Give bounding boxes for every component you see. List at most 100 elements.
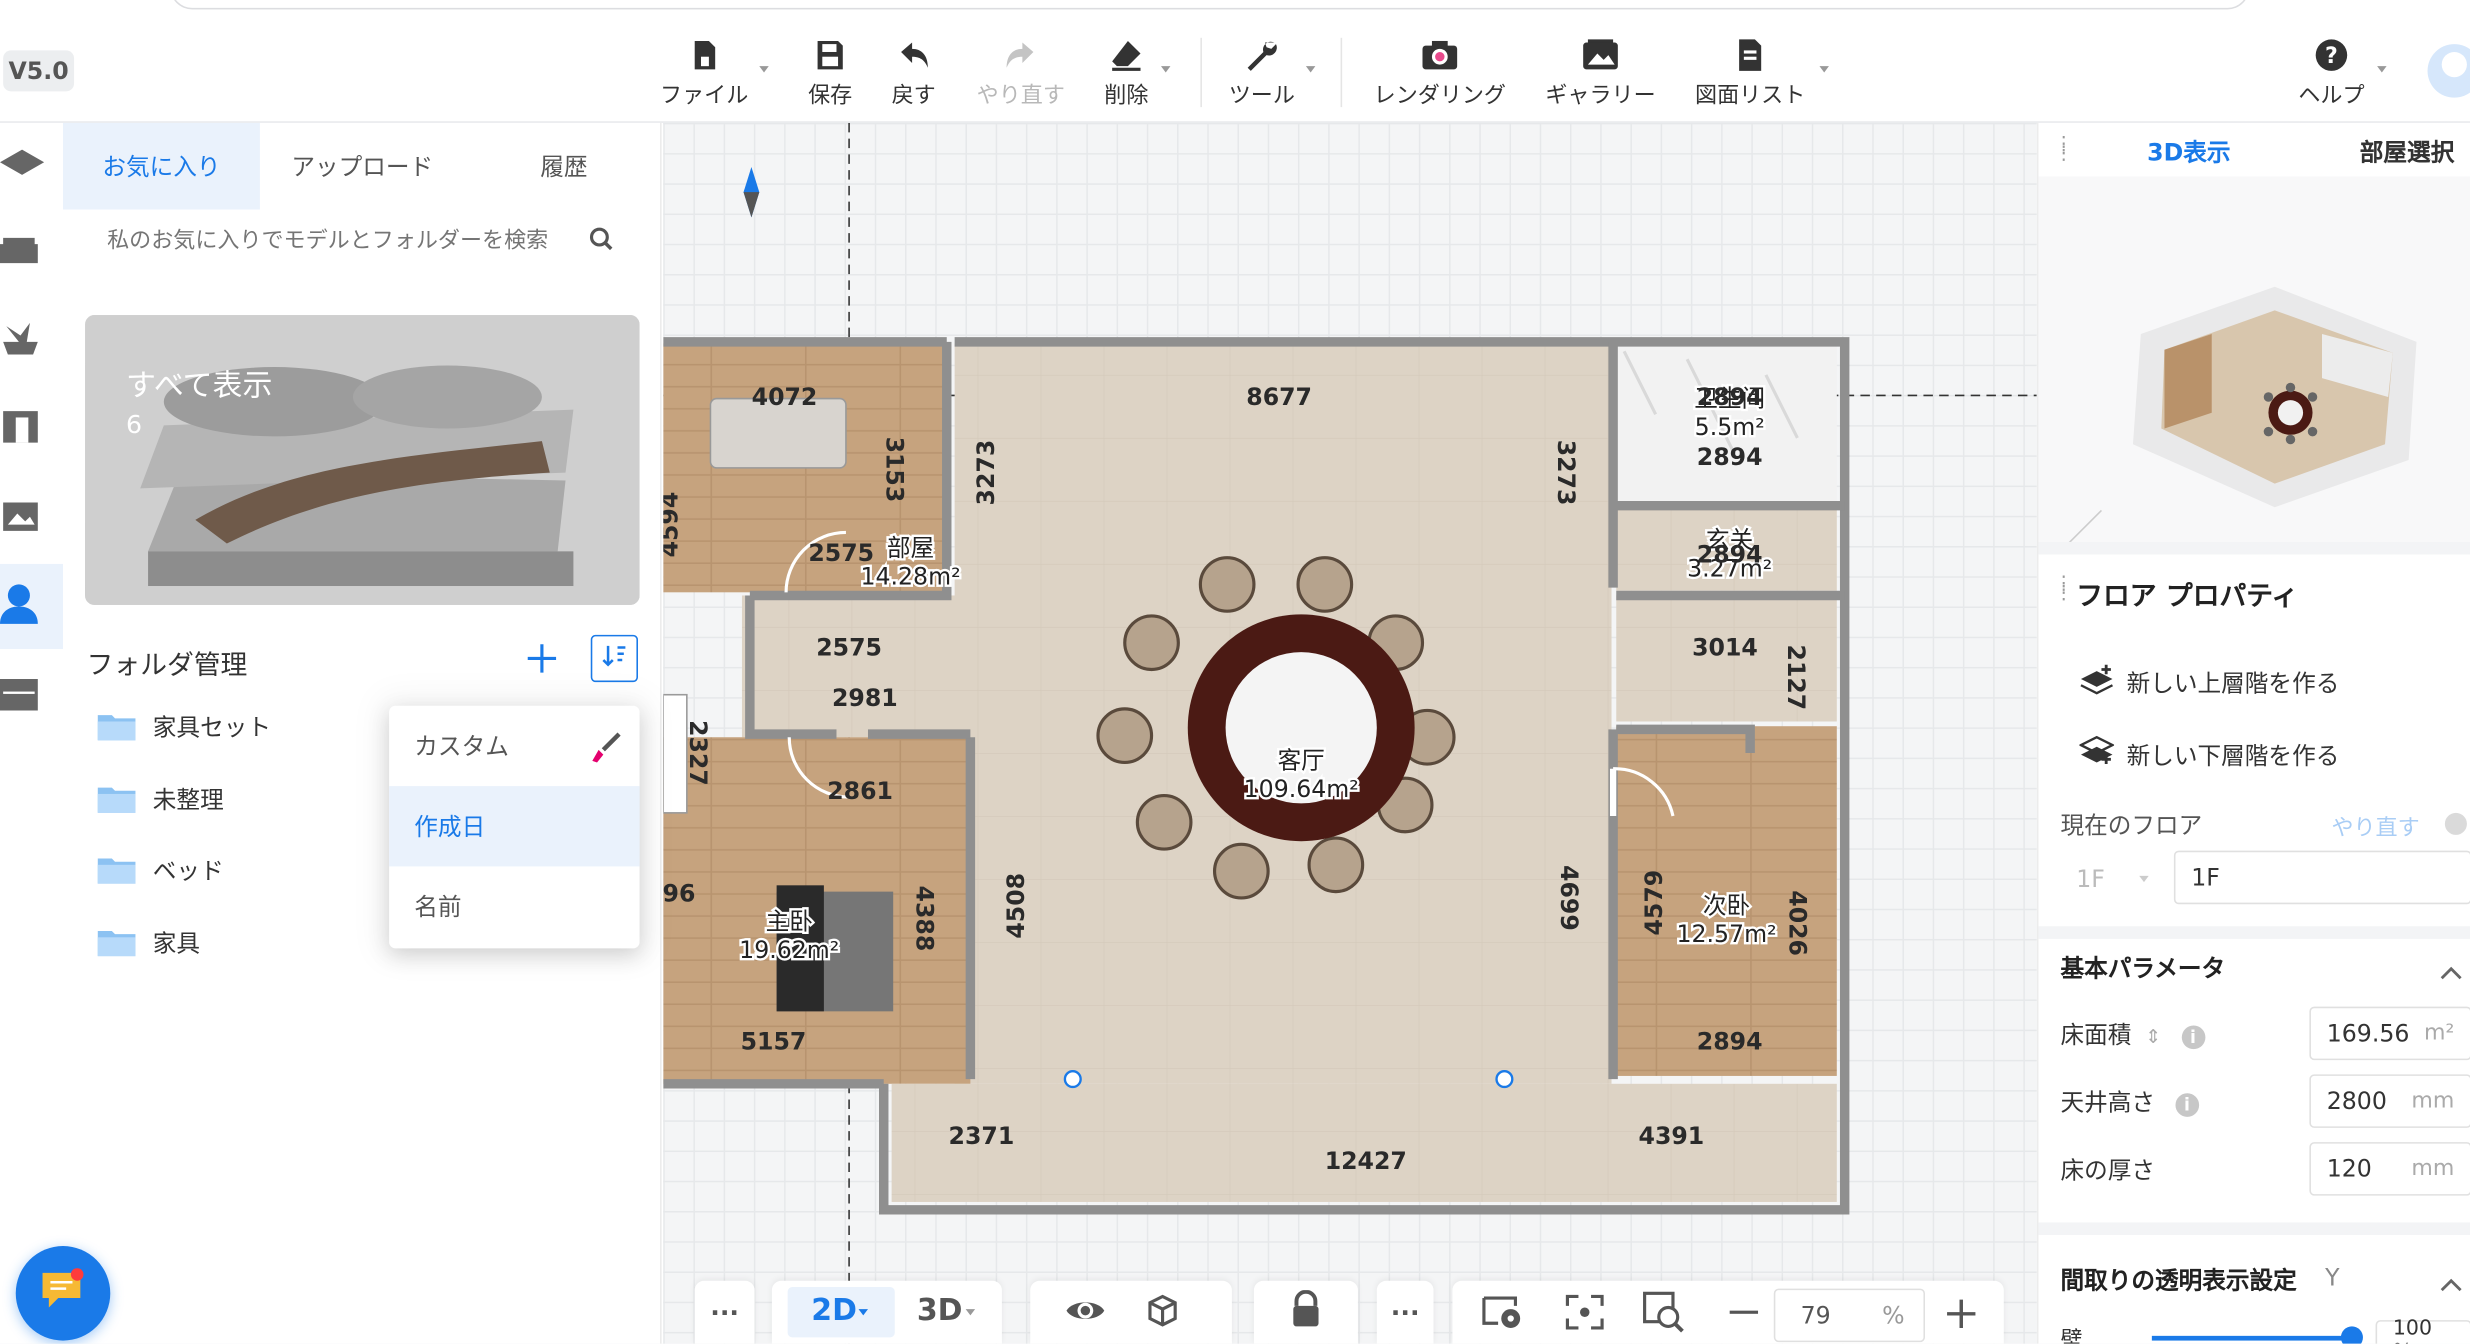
view-settings-icon[interactable] [1481, 1293, 1525, 1337]
floorplan-canvas[interactable]: 部屋 14.28m² 卫生间 5.5m² 玄关 3.27m² 客厅 109.64m² 主卧 19.… [663, 122, 2037, 1344]
folder-item[interactable]: 家具セット [97, 707, 271, 745]
rendering-button[interactable]: レンダリング [1371, 35, 1510, 111]
sort-toggle-icon[interactable]: ⇕ [2145, 1026, 2161, 1048]
info-icon[interactable]: i [2181, 1025, 2205, 1050]
zoom-out-icon[interactable] [1729, 1310, 1759, 1314]
rail-item-cabinet[interactable] [0, 658, 63, 737]
cube-icon[interactable] [1144, 1292, 1182, 1336]
avatar[interactable] [2427, 44, 2470, 98]
room-area-label: 19.62m² [739, 936, 839, 964]
file-button[interactable]: ファイル [658, 35, 749, 111]
zoom-input[interactable]: 79 % [1773, 1288, 1926, 1343]
rail-item-doors[interactable] [0, 391, 63, 470]
top-search-frame [170, 0, 2250, 10]
sort-option-created[interactable]: 作成日 [389, 786, 640, 867]
drawing-list-button[interactable]: 図面リスト [1692, 35, 1809, 111]
chevron-down-icon[interactable] [2377, 66, 2387, 73]
slider-handle[interactable] [2340, 1326, 2363, 1344]
app-root: V5.0 ファイル 保存 戻す やり直す 削除 ツール レンダリング ギャラリー… [0, 0, 2470, 1344]
gallery-button[interactable]: ギャラリー [1544, 35, 1657, 111]
add-folder-button[interactable] [523, 640, 561, 678]
zoom-area-icon[interactable] [1641, 1290, 1685, 1340]
folder-item[interactable]: 未整理 [97, 780, 224, 818]
floor-name-input[interactable]: 1F [2173, 850, 2470, 905]
rail-item-sofa[interactable] [0, 214, 63, 293]
floor-area-field[interactable]: 169.56 m² [2309, 1006, 2470, 1061]
sort-button[interactable] [590, 634, 638, 683]
help-button[interactable]: ? ヘルプ [2297, 35, 2366, 111]
redo-link[interactable]: やり直す [2331, 811, 2419, 843]
room-area-label: 14.28m² [860, 562, 960, 590]
chevron-down-icon[interactable] [965, 1309, 976, 1316]
dimension-label: 2575 [816, 634, 882, 662]
chevron-down-icon[interactable] [759, 66, 769, 73]
room-area-label: 109.64m² [1244, 775, 1359, 803]
create-lower-floor-button[interactable]: 新しい下層階を作る [2078, 735, 2339, 774]
more-left-button[interactable]: ··· [694, 1280, 755, 1344]
dimension-label: 2327 [684, 720, 712, 786]
sort-option-name[interactable]: 名前 [389, 866, 639, 946]
plant-icon [0, 320, 44, 364]
create-upper-floor-button[interactable]: 新しい上層階を作る [2079, 663, 2339, 701]
save-button[interactable]: 保存 [803, 35, 857, 111]
tab-room-select[interactable]: 部屋選択 [2360, 135, 2455, 168]
redo-label: やり直す [976, 83, 1065, 109]
folder-item[interactable]: ベッド [97, 851, 224, 889]
wall-transparency-field[interactable]: 100 % [2375, 1317, 2470, 1344]
chat-button[interactable] [15, 1246, 111, 1341]
folder-item[interactable]: 家具 [97, 923, 200, 961]
chevron-down-icon[interactable] [1819, 66, 1829, 73]
delete-button[interactable]: 削除 [1100, 35, 1154, 111]
more-right-button[interactable]: ··· [1376, 1280, 1434, 1344]
redo-button[interactable]: やり直す [975, 35, 1066, 111]
picture-icon [0, 496, 44, 540]
room-name-label: 客厅 [1278, 747, 1325, 775]
eye-icon[interactable] [1065, 1293, 1106, 1334]
favorites-search-input[interactable] [107, 223, 612, 259]
chevron-down-icon[interactable] [858, 1309, 868, 1316]
floorplan-drawing[interactable]: 部屋14.28m²卫生间5.5m²玄关3.27m²客厅109.64m²主卧19.… [663, 122, 2037, 1344]
3d-preview[interactable] [2038, 176, 2470, 568]
rail-item-pictures[interactable] [0, 479, 63, 558]
undo-button[interactable]: 戻す [887, 35, 941, 111]
chevron-up-icon[interactable] [2440, 958, 2462, 988]
fit-screen-icon[interactable] [1564, 1293, 1605, 1337]
rail-item-decor[interactable] [0, 302, 63, 381]
folder-management-title: フォルダ管理 [86, 650, 248, 683]
basic-params-title: 基本パラメータ [2060, 954, 2226, 983]
dimension-label: 4391 [1639, 1122, 1705, 1150]
tab-upload[interactable]: アップロード [265, 123, 460, 210]
redo-icon [1002, 35, 1040, 76]
chevron-down-icon[interactable] [1305, 66, 1316, 73]
floor-select[interactable]: 1F [2060, 852, 2165, 906]
tools-button[interactable]: ツール [1226, 35, 1298, 111]
ceiling-height-field[interactable]: 2800 mm [2309, 1074, 2470, 1128]
drag-handle-icon[interactable]: ⋮ ⋮ [2054, 134, 2073, 162]
current-floor-label: 現在のフロア [2060, 811, 2203, 840]
info-icon[interactable]: i [2175, 1093, 2199, 1117]
help-icon: ? [2314, 35, 2349, 76]
tab-history[interactable]: 履歴 [469, 123, 658, 210]
zoom-in-icon[interactable] [1945, 1298, 1977, 1336]
floor-name-value: 1F [2191, 863, 2220, 892]
sort-option-custom[interactable]: カスタム [389, 706, 639, 786]
drag-handle-icon[interactable]: ⋮ ⋮ [2054, 573, 2073, 601]
clock-icon [2444, 812, 2467, 835]
wall-transparency-slider[interactable] [2151, 1335, 2354, 1341]
chevron-up-icon[interactable] [2440, 1270, 2462, 1300]
rail-item-my-library[interactable] [0, 563, 64, 650]
rendering-label: レンダリング [1373, 83, 1506, 109]
dimension-label: 2894 [1697, 383, 1763, 411]
mode-3d-button[interactable]: 3D [917, 1293, 963, 1328]
tab-3d-view[interactable]: 3D表示 [2147, 135, 2230, 168]
section-divider [2038, 541, 2470, 555]
search-icon[interactable] [589, 227, 614, 259]
floor-thickness-label: 床の厚さ [2060, 1153, 2155, 1186]
lock-button[interactable] [1253, 1280, 1358, 1344]
chevron-down-icon[interactable] [1160, 66, 1171, 73]
all-favorites-card[interactable]: すべて表示 6 [85, 315, 640, 605]
floor-thickness-field[interactable]: 120 mm [2309, 1142, 2470, 1196]
rail-item-materials[interactable] [0, 126, 63, 205]
tab-favorites[interactable]: お気に入り [63, 122, 260, 210]
lock-icon [1289, 1289, 1324, 1334]
